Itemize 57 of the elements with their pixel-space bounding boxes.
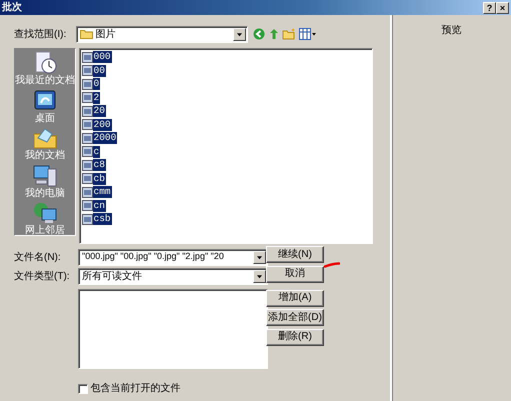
places-item[interactable]: 桌面 xyxy=(32,88,58,124)
cancel-button[interactable]: 取消 xyxy=(266,266,324,282)
file-item[interactable]: c8 xyxy=(92,159,106,172)
file-type-value: 所有可读文件 xyxy=(82,270,142,284)
file-name-field[interactable]: "000.jpg" "00.jpg" "0.jpg" "2.jpg" "20 xyxy=(78,248,268,266)
image-file-icon xyxy=(82,52,92,63)
file-item[interactable]: 000 xyxy=(92,51,112,64)
image-file-icon xyxy=(82,78,92,90)
computer-icon xyxy=(32,164,58,188)
image-file-icon xyxy=(82,92,92,104)
file-type-dropdown[interactable]: 所有可读文件 xyxy=(78,268,268,284)
file-item[interactable]: 200 xyxy=(92,118,112,131)
image-file-icon xyxy=(82,146,92,158)
image-file-icon xyxy=(82,106,92,117)
file-name-label: 文件名(N): xyxy=(14,250,62,264)
image-file-icon xyxy=(82,132,92,144)
close-button[interactable]: × xyxy=(496,2,509,14)
help-button[interactable]: ? xyxy=(483,2,496,14)
network-icon xyxy=(32,201,58,225)
annotation-mark xyxy=(324,262,340,268)
file-item[interactable]: cmm xyxy=(92,186,112,198)
file-item[interactable]: 00 xyxy=(92,64,106,77)
look-in-value: 图片 xyxy=(96,28,116,42)
file-item[interactable]: csb xyxy=(92,213,112,226)
continue-button[interactable]: 继续(N) xyxy=(266,246,324,263)
checkbox[interactable] xyxy=(78,384,88,394)
look-in-dropdown[interactable]: 图片 xyxy=(76,26,248,42)
image-file-icon xyxy=(82,65,92,76)
image-file-icon xyxy=(82,186,92,198)
checkbox-label: 包含当前打开的文件 xyxy=(90,382,180,396)
places-item[interactable]: 网上邻居 xyxy=(25,201,65,236)
look-in-label: 查找范围(I): xyxy=(14,28,68,42)
image-file-icon xyxy=(82,119,92,130)
add-button[interactable]: 增加(A) xyxy=(266,290,324,306)
add-all-button[interactable]: 添加全部(D) xyxy=(266,309,324,326)
view-menu-icon[interactable] xyxy=(298,28,316,40)
image-file-icon xyxy=(82,214,92,225)
preview-label: 预览 xyxy=(442,25,462,36)
image-file-icon xyxy=(82,160,92,171)
selected-files-list[interactable] xyxy=(78,289,268,369)
back-icon[interactable] xyxy=(253,28,265,40)
file-item[interactable]: cb xyxy=(92,172,106,185)
file-type-label: 文件类型(T): xyxy=(14,270,71,284)
image-file-icon xyxy=(82,200,92,212)
file-item[interactable]: 2000 xyxy=(92,132,118,144)
image-file-icon xyxy=(82,173,92,184)
folder-icon xyxy=(32,126,58,150)
file-item[interactable]: cn xyxy=(92,200,106,212)
places-item[interactable]: 我的文档 xyxy=(25,126,65,161)
remove-button[interactable]: 删除(R) xyxy=(266,328,324,346)
places-item[interactable]: 我最近的文档 xyxy=(15,51,75,86)
file-name-value: "000.jpg" "00.jpg" "0.jpg" "2.jpg" "20 xyxy=(82,250,224,264)
folder-icon xyxy=(80,29,93,39)
file-item[interactable]: 20 xyxy=(92,105,106,118)
desktop-icon xyxy=(32,88,58,112)
places-item[interactable]: 我的电脑 xyxy=(25,164,65,198)
window-title: 批次 xyxy=(2,0,22,15)
